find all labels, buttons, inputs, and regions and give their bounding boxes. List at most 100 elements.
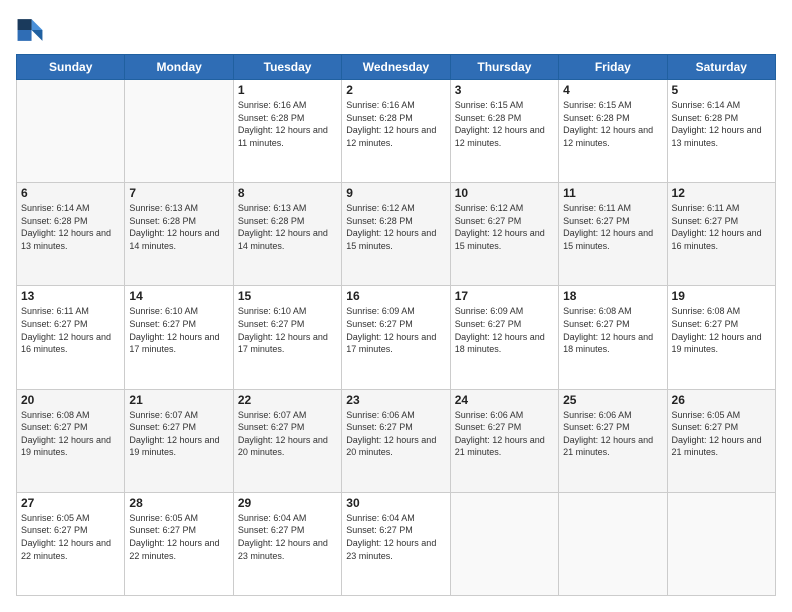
calendar-cell: 10 Sunrise: 6:12 AMSunset: 6:27 PMDayligh…: [450, 183, 558, 286]
day-number: 14: [129, 289, 228, 303]
page: SundayMondayTuesdayWednesdayThursdayFrid…: [0, 0, 792, 612]
day-number: 4: [563, 83, 662, 97]
day-number: 18: [563, 289, 662, 303]
calendar-header-row: SundayMondayTuesdayWednesdayThursdayFrid…: [17, 55, 776, 80]
calendar-week-row: 6Sunrise: 6:14 AMSunset: 6:28 PMDaylight…: [17, 183, 776, 286]
day-number: 8: [238, 186, 337, 200]
calendar-cell: 12 Sunrise: 6:11 AMSunset: 6:27 PMDayligh…: [667, 183, 775, 286]
cell-info: Sunrise: 6:15 AMSunset: 6:28 PMDaylight:…: [563, 99, 662, 149]
day-number: 24: [455, 393, 554, 407]
calendar-cell: 11 Sunrise: 6:11 AMSunset: 6:27 PMDayligh…: [559, 183, 667, 286]
day-number: 10: [455, 186, 554, 200]
calendar-cell: 1 Sunrise: 6:16 AMSunset: 6:28 PMDaylight…: [233, 80, 341, 183]
day-number: 15: [238, 289, 337, 303]
calendar-cell: 9 Sunrise: 6:12 AMSunset: 6:28 PMDaylight…: [342, 183, 450, 286]
cell-info: Sunrise: 6:16 AMSunset: 6:28 PMDaylight:…: [346, 99, 445, 149]
day-number: 30: [346, 496, 445, 510]
cell-info: Sunrise: 6:08 AMSunset: 6:27 PMDaylight:…: [563, 305, 662, 355]
weekday-header: Monday: [125, 55, 233, 80]
calendar-cell: 22 Sunrise: 6:07 AMSunset: 6:27 PMDayligh…: [233, 389, 341, 492]
calendar-cell: 3Sunrise: 6:15 AMSunset: 6:28 PMDaylight…: [450, 80, 558, 183]
cell-info: Sunrise: 6:11 AMSunset: 6:27 PMDaylight:…: [21, 305, 120, 355]
calendar-cell: 8 Sunrise: 6:13 AMSunset: 6:28 PMDaylight…: [233, 183, 341, 286]
calendar-cell: [450, 492, 558, 595]
weekday-header: Sunday: [17, 55, 125, 80]
day-number: 27: [21, 496, 120, 510]
calendar-week-row: 1 Sunrise: 6:16 AMSunset: 6:28 PMDaylight…: [17, 80, 776, 183]
cell-info: Sunrise: 6:07 AMSunset: 6:27 PMDaylight:…: [129, 409, 228, 459]
weekday-header: Friday: [559, 55, 667, 80]
weekday-header: Thursday: [450, 55, 558, 80]
cell-info: Sunrise: 6:14 AMSunset: 6:28 PMDaylight:…: [672, 99, 771, 149]
header: [16, 16, 776, 44]
calendar-cell: 23Sunrise: 6:06 AMSunset: 6:27 PMDayligh…: [342, 389, 450, 492]
day-number: 9: [346, 186, 445, 200]
cell-info: Sunrise: 6:10 AMSunset: 6:27 PMDaylight:…: [129, 305, 228, 355]
calendar-cell: 13 Sunrise: 6:11 AMSunset: 6:27 PMDayligh…: [17, 286, 125, 389]
cell-info: Sunrise: 6:12 AMSunset: 6:27 PMDaylight:…: [455, 202, 554, 252]
calendar-cell: 19 Sunrise: 6:08 AMSunset: 6:27 PMDayligh…: [667, 286, 775, 389]
calendar-cell: 15 Sunrise: 6:10 AMSunset: 6:27 PMDayligh…: [233, 286, 341, 389]
calendar-cell: 29 Sunrise: 6:04 AMSunset: 6:27 PMDayligh…: [233, 492, 341, 595]
cell-info: Sunrise: 6:08 AMSunset: 6:27 PMDaylight:…: [672, 305, 771, 355]
calendar-cell: 17 Sunrise: 6:09 AMSunset: 6:27 PMDayligh…: [450, 286, 558, 389]
day-number: 3: [455, 83, 554, 97]
calendar-cell: 5 Sunrise: 6:14 AMSunset: 6:28 PMDaylight…: [667, 80, 775, 183]
cell-info: Sunrise: 6:09 AMSunset: 6:27 PMDaylight:…: [346, 305, 445, 355]
cell-info: Sunrise: 6:13 AMSunset: 6:28 PMDaylight:…: [238, 202, 337, 252]
day-number: 7: [129, 186, 228, 200]
calendar-cell: 20Sunrise: 6:08 AMSunset: 6:27 PMDayligh…: [17, 389, 125, 492]
cell-info: Sunrise: 6:04 AMSunset: 6:27 PMDaylight:…: [238, 512, 337, 562]
calendar-cell: 2 Sunrise: 6:16 AMSunset: 6:28 PMDaylight…: [342, 80, 450, 183]
weekday-header: Wednesday: [342, 55, 450, 80]
calendar-cell: 24Sunrise: 6:06 AMSunset: 6:27 PMDayligh…: [450, 389, 558, 492]
calendar-week-row: 27 Sunrise: 6:05 AMSunset: 6:27 PMDayligh…: [17, 492, 776, 595]
calendar-cell: 16Sunrise: 6:09 AMSunset: 6:27 PMDayligh…: [342, 286, 450, 389]
calendar-cell: [17, 80, 125, 183]
day-number: 19: [672, 289, 771, 303]
cell-info: Sunrise: 6:12 AMSunset: 6:28 PMDaylight:…: [346, 202, 445, 252]
logo: [16, 16, 48, 44]
cell-info: Sunrise: 6:05 AMSunset: 6:27 PMDaylight:…: [672, 409, 771, 459]
day-number: 11: [563, 186, 662, 200]
day-number: 1: [238, 83, 337, 97]
calendar-week-row: 20Sunrise: 6:08 AMSunset: 6:27 PMDayligh…: [17, 389, 776, 492]
cell-info: Sunrise: 6:04 AMSunset: 6:27 PMDaylight:…: [346, 512, 445, 562]
calendar-cell: 7 Sunrise: 6:13 AMSunset: 6:28 PMDaylight…: [125, 183, 233, 286]
calendar-cell: [667, 492, 775, 595]
calendar-cell: 26 Sunrise: 6:05 AMSunset: 6:27 PMDayligh…: [667, 389, 775, 492]
cell-info: Sunrise: 6:08 AMSunset: 6:27 PMDaylight:…: [21, 409, 120, 459]
calendar-cell: 28 Sunrise: 6:05 AMSunset: 6:27 PMDayligh…: [125, 492, 233, 595]
cell-info: Sunrise: 6:16 AMSunset: 6:28 PMDaylight:…: [238, 99, 337, 149]
cell-info: Sunrise: 6:07 AMSunset: 6:27 PMDaylight:…: [238, 409, 337, 459]
day-number: 2: [346, 83, 445, 97]
cell-info: Sunrise: 6:11 AMSunset: 6:27 PMDaylight:…: [563, 202, 662, 252]
calendar-cell: 27 Sunrise: 6:05 AMSunset: 6:27 PMDayligh…: [17, 492, 125, 595]
day-number: 12: [672, 186, 771, 200]
calendar-week-row: 13 Sunrise: 6:11 AMSunset: 6:27 PMDayligh…: [17, 286, 776, 389]
calendar-cell: 18 Sunrise: 6:08 AMSunset: 6:27 PMDayligh…: [559, 286, 667, 389]
calendar-cell: 14 Sunrise: 6:10 AMSunset: 6:27 PMDayligh…: [125, 286, 233, 389]
cell-info: Sunrise: 6:13 AMSunset: 6:28 PMDaylight:…: [129, 202, 228, 252]
day-number: 29: [238, 496, 337, 510]
cell-info: Sunrise: 6:06 AMSunset: 6:27 PMDaylight:…: [346, 409, 445, 459]
cell-info: Sunrise: 6:11 AMSunset: 6:27 PMDaylight:…: [672, 202, 771, 252]
day-number: 22: [238, 393, 337, 407]
day-number: 17: [455, 289, 554, 303]
calendar-cell: [125, 80, 233, 183]
calendar-table: SundayMondayTuesdayWednesdayThursdayFrid…: [16, 54, 776, 596]
calendar-cell: 4 Sunrise: 6:15 AMSunset: 6:28 PMDaylight…: [559, 80, 667, 183]
day-number: 26: [672, 393, 771, 407]
day-number: 5: [672, 83, 771, 97]
weekday-header: Tuesday: [233, 55, 341, 80]
cell-info: Sunrise: 6:05 AMSunset: 6:27 PMDaylight:…: [21, 512, 120, 562]
cell-info: Sunrise: 6:10 AMSunset: 6:27 PMDaylight:…: [238, 305, 337, 355]
calendar-cell: [559, 492, 667, 595]
cell-info: Sunrise: 6:09 AMSunset: 6:27 PMDaylight:…: [455, 305, 554, 355]
day-number: 21: [129, 393, 228, 407]
day-number: 13: [21, 289, 120, 303]
cell-info: Sunrise: 6:14 AMSunset: 6:28 PMDaylight:…: [21, 202, 120, 252]
logo-icon: [16, 16, 44, 44]
day-number: 28: [129, 496, 228, 510]
cell-info: Sunrise: 6:05 AMSunset: 6:27 PMDaylight:…: [129, 512, 228, 562]
